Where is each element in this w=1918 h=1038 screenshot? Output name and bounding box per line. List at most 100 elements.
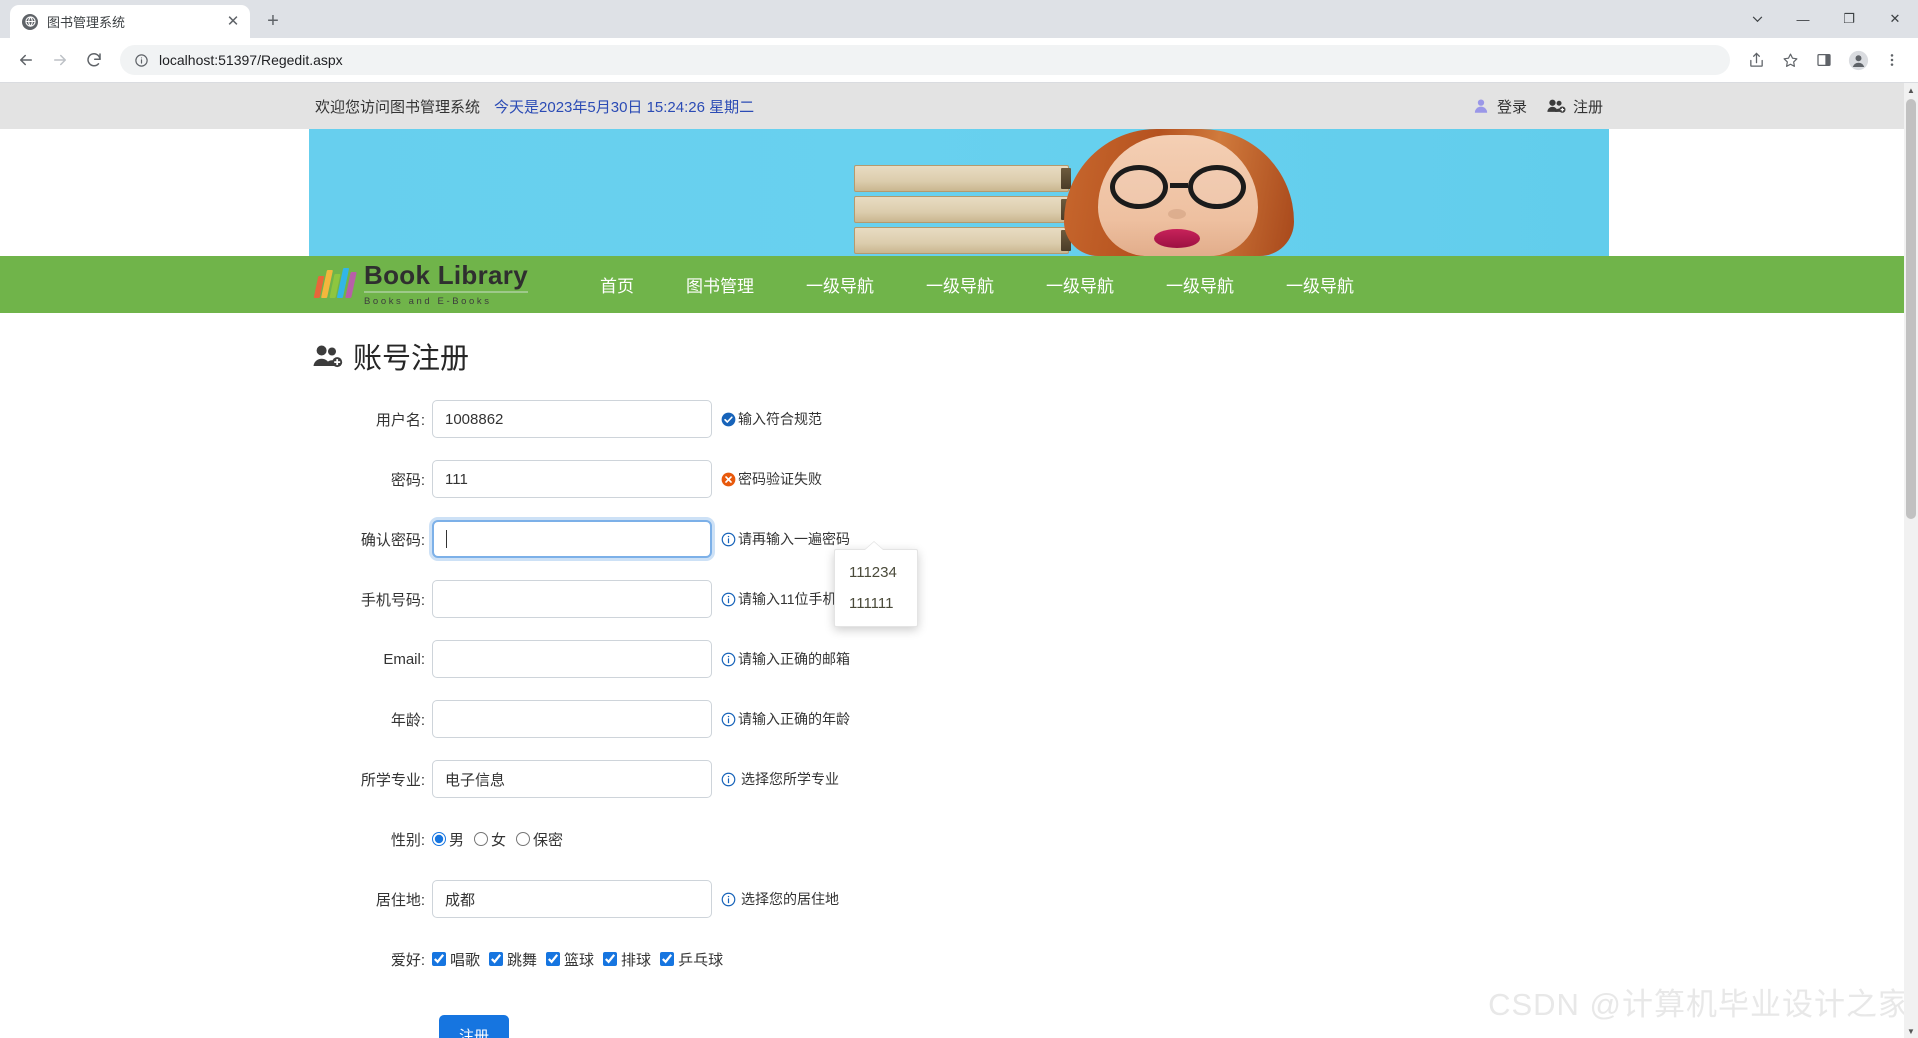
hobby-checkbox-singing[interactable] (432, 952, 446, 966)
share-icon[interactable] (1740, 44, 1772, 76)
tab-title: 图书管理系统 (47, 15, 126, 30)
form-row-confirm-password: 确认密码: 请再输入一遍密码 (309, 519, 1609, 559)
email-hint: 请输入正确的邮箱 (721, 649, 850, 669)
window-controls: — ❐ ✕ (1734, 0, 1918, 38)
gender-option-female-label: 女 (491, 831, 507, 849)
main-content: 账号注册 用户名: 1008862 输入符合规范 密码: 111 密码验证失败 … (309, 313, 1609, 1038)
site-logo[interactable]: Book Library Books and E-Books (311, 262, 528, 307)
register-link[interactable]: 注册 (1547, 96, 1603, 117)
browser-window: 图书管理系统 ✕ + — ❐ ✕ localhost:51397/Regedit… (0, 0, 1918, 1038)
chrome-menu-caret-icon[interactable] (1734, 0, 1780, 38)
hobby-label: 爱好: (390, 951, 425, 969)
autocomplete-dropdown[interactable]: 111234 111111 (834, 549, 918, 627)
email-label: Email: (383, 650, 425, 668)
hobby-option-dancing[interactable]: 跳舞 (489, 949, 537, 970)
residence-select[interactable]: 成都 (432, 880, 712, 918)
window-maximize-button[interactable]: ❐ (1826, 0, 1872, 38)
tab-close-icon[interactable]: ✕ (224, 13, 242, 31)
autocomplete-item-1[interactable]: 111111 (835, 588, 917, 619)
gender-label: 性别: (390, 831, 425, 849)
nav-item-home[interactable]: 首页 (574, 272, 660, 297)
email-input[interactable] (432, 640, 712, 678)
register-submit-button[interactable]: 注册 (439, 1015, 510, 1038)
new-tab-button[interactable]: + (259, 7, 287, 35)
gender-option-male-label: 男 (449, 831, 465, 849)
nav-item-book-management[interactable]: 图书管理 (660, 272, 780, 297)
forward-button[interactable] (44, 44, 76, 76)
major-select[interactable]: 电子信息 (432, 760, 712, 798)
scroll-down-arrow-icon[interactable]: ▼ (1904, 1024, 1918, 1038)
address-bar-url: localhost:51397/Regedit.aspx (159, 52, 343, 68)
hobby-option-tabletennis-label: 乒乓球 (678, 951, 724, 969)
password-input[interactable]: 111 (432, 460, 712, 498)
globe-icon (22, 13, 38, 30)
password-hint-text: 密码验证失败 (738, 471, 822, 487)
form-row-submit: 注册 (309, 1015, 1609, 1038)
brand-subtitle: Books and E-Books (364, 295, 492, 307)
hobby-option-dancing-label: 跳舞 (507, 951, 538, 969)
email-hint-text: 请输入正确的邮箱 (738, 651, 850, 667)
hobby-option-basketball[interactable]: 篮球 (546, 949, 594, 970)
login-link[interactable]: 登录 (1472, 96, 1527, 117)
gender-option-secret[interactable]: 保密 (516, 829, 563, 850)
gender-radio-male[interactable] (432, 832, 446, 846)
info-circle-icon (721, 652, 736, 667)
age-input[interactable] (432, 700, 712, 738)
gender-radio-secret[interactable] (516, 832, 531, 846)
nav-item-6[interactable]: 一级导航 (1140, 272, 1260, 297)
form-row-gender: 性别: 男 女 保密 (309, 819, 1609, 859)
form-row-residence: 居住地: 成都 选择您的居住地 (309, 879, 1609, 919)
address-bar[interactable]: localhost:51397/Regedit.aspx (120, 45, 1730, 75)
nav-item-5[interactable]: 一级导航 (1020, 272, 1140, 297)
toolbar-actions (1740, 44, 1908, 76)
scroll-up-arrow-icon[interactable]: ▲ (1904, 83, 1918, 97)
nav-item-4[interactable]: 一级导航 (900, 272, 1020, 297)
hobby-option-singing[interactable]: 唱歌 (432, 949, 480, 970)
confirm-password-input[interactable] (432, 520, 712, 558)
profile-avatar-icon[interactable] (1842, 44, 1874, 76)
residence-select-value: 成都 (445, 891, 476, 909)
major-label: 所学专业: (360, 771, 425, 789)
confirm-password-label: 确认密码: (360, 531, 425, 549)
info-circle-icon (134, 53, 149, 68)
password-hint: 密码验证失败 (721, 469, 822, 489)
window-minimize-button[interactable]: — (1780, 0, 1826, 38)
star-icon[interactable] (1774, 44, 1806, 76)
window-close-button[interactable]: ✕ (1872, 0, 1918, 38)
nav-item-7[interactable]: 一级导航 (1260, 272, 1380, 297)
back-button[interactable] (10, 44, 42, 76)
username-input[interactable]: 1008862 (432, 400, 712, 438)
hobby-option-tabletennis[interactable]: 乒乓球 (660, 949, 723, 970)
browser-toolbar: localhost:51397/Regedit.aspx (0, 38, 1918, 83)
gender-option-female[interactable]: 女 (474, 829, 506, 850)
hobby-option-volleyball-label: 排球 (621, 951, 652, 969)
age-label: 年龄: (390, 711, 425, 729)
gender-option-secret-label: 保密 (533, 831, 564, 849)
form-row-username: 用户名: 1008862 输入符合规范 (309, 399, 1609, 439)
info-circle-icon (721, 892, 736, 907)
hobby-checkbox-basketball[interactable] (546, 952, 561, 966)
autocomplete-item-0[interactable]: 111234 (835, 557, 917, 588)
hobby-checkbox-group: 唱歌 跳舞 篮球 排球 乒乓球 (432, 949, 732, 970)
check-circle-icon (721, 412, 736, 427)
scrollbar-thumb[interactable] (1906, 99, 1916, 519)
page-viewport: 欢迎您访问图书管理系统 今天是2023年5月30日 15:24:26 星期二 登… (0, 83, 1918, 1038)
hobby-checkbox-volleyball[interactable] (603, 952, 618, 966)
site-topbar: 欢迎您访问图书管理系统 今天是2023年5月30日 15:24:26 星期二 登… (0, 83, 1918, 129)
gender-option-male[interactable]: 男 (432, 829, 464, 850)
hobby-checkbox-dancing[interactable] (489, 952, 504, 966)
form-row-password: 密码: 111 密码验证失败 (309, 459, 1609, 499)
three-dot-menu-icon[interactable] (1876, 44, 1908, 76)
browser-tab[interactable]: 图书管理系统 ✕ (10, 5, 250, 38)
reload-button[interactable] (78, 44, 110, 76)
users-add-icon (1547, 98, 1566, 114)
gender-radio-female[interactable] (474, 832, 489, 846)
current-date-text: 今天是2023年5月30日 15:24:26 星期二 (494, 98, 755, 116)
hobby-option-volleyball[interactable]: 排球 (603, 949, 651, 970)
side-panel-icon[interactable] (1808, 44, 1840, 76)
phone-input[interactable] (432, 580, 712, 618)
page-scrollbar[interactable]: ▲ ▼ (1904, 83, 1918, 1038)
password-input-value: 111 (445, 470, 468, 488)
hobby-checkbox-tabletennis[interactable] (660, 952, 675, 966)
nav-item-3[interactable]: 一级导航 (780, 272, 900, 297)
